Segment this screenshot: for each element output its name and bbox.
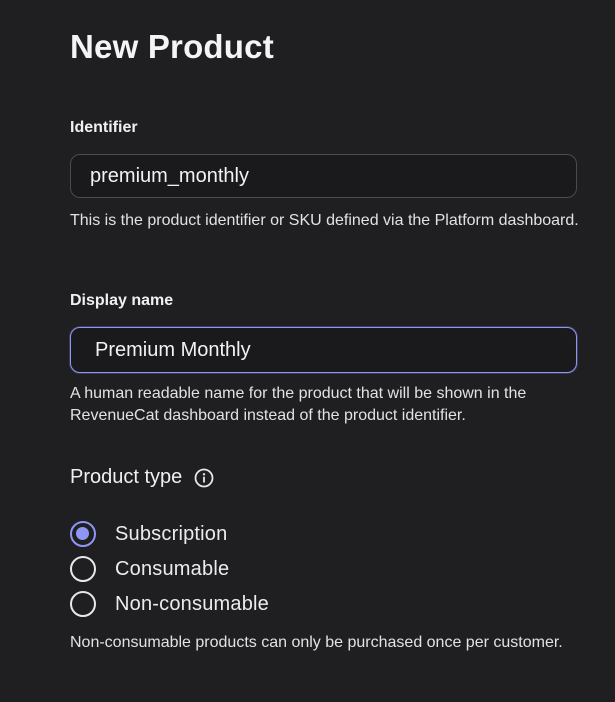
info-icon[interactable] [194,468,214,488]
radio-label-subscription: Subscription [115,522,228,545]
radio-option-subscription[interactable]: Subscription [70,519,227,549]
product-type-help-text: Non-consumable products can only be purc… [70,634,563,651]
radio-option-non-consumable[interactable]: Non-consumable [70,589,269,619]
radio-button-consumable[interactable] [70,556,96,582]
radio-label-non-consumable: Non-consumable [115,592,269,615]
radio-button-non-consumable[interactable] [70,591,96,617]
radio-button-subscription[interactable] [70,521,96,547]
display-name-help-text: A human readable name for the product th… [70,385,527,424]
radio-option-consumable[interactable]: Consumable [70,554,229,584]
product-type-heading: Product type [70,466,214,489]
product-type-label: Product type [70,466,183,488]
display-name-input[interactable] [70,327,577,373]
page-title: New Product [70,28,274,65]
identifier-label: Identifier [70,119,138,136]
identifier-help-text: This is the product identifier or SKU de… [70,212,579,229]
radio-label-consumable: Consumable [115,557,230,580]
display-name-label: Display name [70,292,174,309]
identifier-input[interactable] [70,154,577,198]
